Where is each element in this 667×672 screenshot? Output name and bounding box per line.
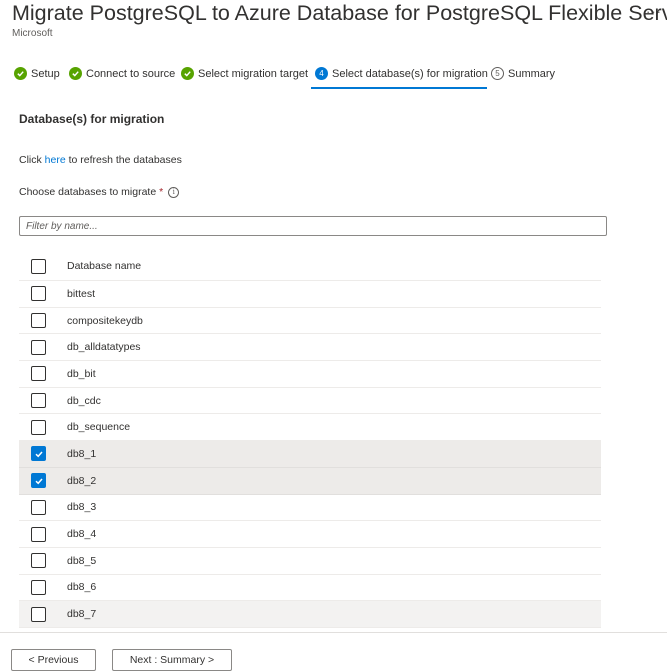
step-number-icon: 5 — [491, 67, 504, 80]
filter-input[interactable] — [19, 216, 607, 236]
checkmark-icon — [14, 67, 27, 80]
database-name-cell: db8_4 — [67, 528, 97, 541]
row-checkbox[interactable] — [31, 393, 46, 409]
database-name-cell: db8_3 — [67, 501, 97, 514]
step-select-databases[interactable]: 4 Select database(s) for migration — [315, 67, 488, 80]
row-checkbox[interactable] — [31, 366, 46, 382]
table-row[interactable]: db8_1 — [19, 441, 601, 468]
row-checkbox[interactable] — [31, 553, 46, 569]
step-label: Setup — [31, 67, 60, 80]
row-checkbox[interactable] — [31, 579, 46, 595]
row-checkbox[interactable] — [31, 499, 46, 515]
row-checkbox[interactable] — [31, 606, 46, 622]
table-row[interactable]: db_alldatatypes — [19, 334, 601, 362]
database-name-cell: bittest — [67, 287, 96, 300]
select-all-checkbox[interactable] — [31, 258, 46, 274]
database-name-cell: db8_1 — [67, 447, 97, 460]
database-table: Database name bittest compositekeydb db_al… — [19, 252, 601, 628]
step-label: Summary — [508, 67, 556, 80]
step-label: Select database(s) for migration — [332, 67, 488, 80]
database-name-cell: db8_7 — [67, 608, 97, 621]
checkmark-icon — [69, 67, 82, 80]
more-options-icon[interactable]: ··· — [646, 4, 662, 19]
step-connect-to-source[interactable]: Connect to source — [69, 67, 175, 80]
checkmark-icon — [34, 451, 43, 458]
database-name-cell: db_sequence — [67, 421, 131, 434]
row-checkbox[interactable] — [31, 419, 46, 435]
checkmark-icon — [34, 478, 43, 485]
step-select-migration-target[interactable]: Select migration target — [181, 67, 308, 80]
row-checkbox[interactable] — [31, 526, 46, 542]
row-checkbox[interactable] — [31, 313, 46, 329]
database-name-cell: db_cdc — [67, 394, 101, 407]
table-row[interactable]: db8_4 — [19, 521, 601, 548]
refresh-text: Click here to refresh the databases — [19, 154, 182, 166]
database-name-cell: db_bit — [67, 367, 96, 380]
row-checkbox[interactable] — [31, 446, 46, 462]
previous-button[interactable]: < Previous — [11, 649, 96, 671]
table-row[interactable]: db_bit — [19, 361, 601, 388]
database-name-cell: db_alldatatypes — [67, 341, 141, 354]
table-row[interactable]: db8_2 — [19, 467, 601, 495]
table-row[interactable]: db8_7 — [19, 601, 601, 628]
database-name-cell: db8_2 — [67, 474, 97, 487]
table-row[interactable]: db_sequence — [19, 414, 601, 442]
refresh-suffix: to refresh the databases — [65, 154, 182, 166]
choose-databases-label: Choose databases to migrate * i — [19, 186, 180, 198]
table-row[interactable]: bittest — [19, 281, 601, 308]
choose-label-text: Choose databases to migrate — [19, 186, 157, 198]
page-title: Migrate PostgreSQL to Azure Database for… — [12, 1, 667, 25]
table-row[interactable]: db8_6 — [19, 575, 601, 602]
table-header: Database name — [19, 252, 601, 281]
database-name-cell: compositekeydb — [67, 314, 143, 327]
database-name-cell: db8_6 — [67, 581, 97, 594]
step-summary[interactable]: 5 Summary — [491, 67, 555, 80]
row-checkbox[interactable] — [31, 339, 46, 355]
footer-divider — [0, 632, 667, 633]
row-checkbox[interactable] — [31, 286, 46, 302]
info-icon[interactable]: i — [168, 186, 180, 198]
active-step-indicator — [311, 87, 487, 89]
database-name-cell: db8_5 — [67, 554, 97, 567]
table-row[interactable]: compositekeydb — [19, 308, 601, 335]
refresh-link[interactable]: here — [45, 154, 66, 166]
step-number-icon: 4 — [315, 67, 328, 80]
row-checkbox[interactable] — [31, 473, 46, 489]
column-header-database-name: Database name — [67, 260, 142, 272]
section-title: Database(s) for migration — [19, 112, 165, 126]
table-row[interactable]: db8_3 — [19, 495, 601, 522]
table-row[interactable]: db8_5 — [19, 548, 601, 575]
step-label: Connect to source — [86, 67, 176, 80]
next-summary-button[interactable]: Next : Summary > — [112, 649, 232, 671]
step-label: Select migration target — [198, 67, 309, 80]
refresh-prefix: Click — [19, 154, 45, 166]
required-marker: * — [159, 186, 164, 198]
table-row[interactable]: db_cdc — [19, 388, 601, 415]
step-setup[interactable]: Setup — [14, 67, 60, 80]
checkmark-icon — [181, 67, 194, 80]
publisher-label: Microsoft — [12, 28, 53, 39]
